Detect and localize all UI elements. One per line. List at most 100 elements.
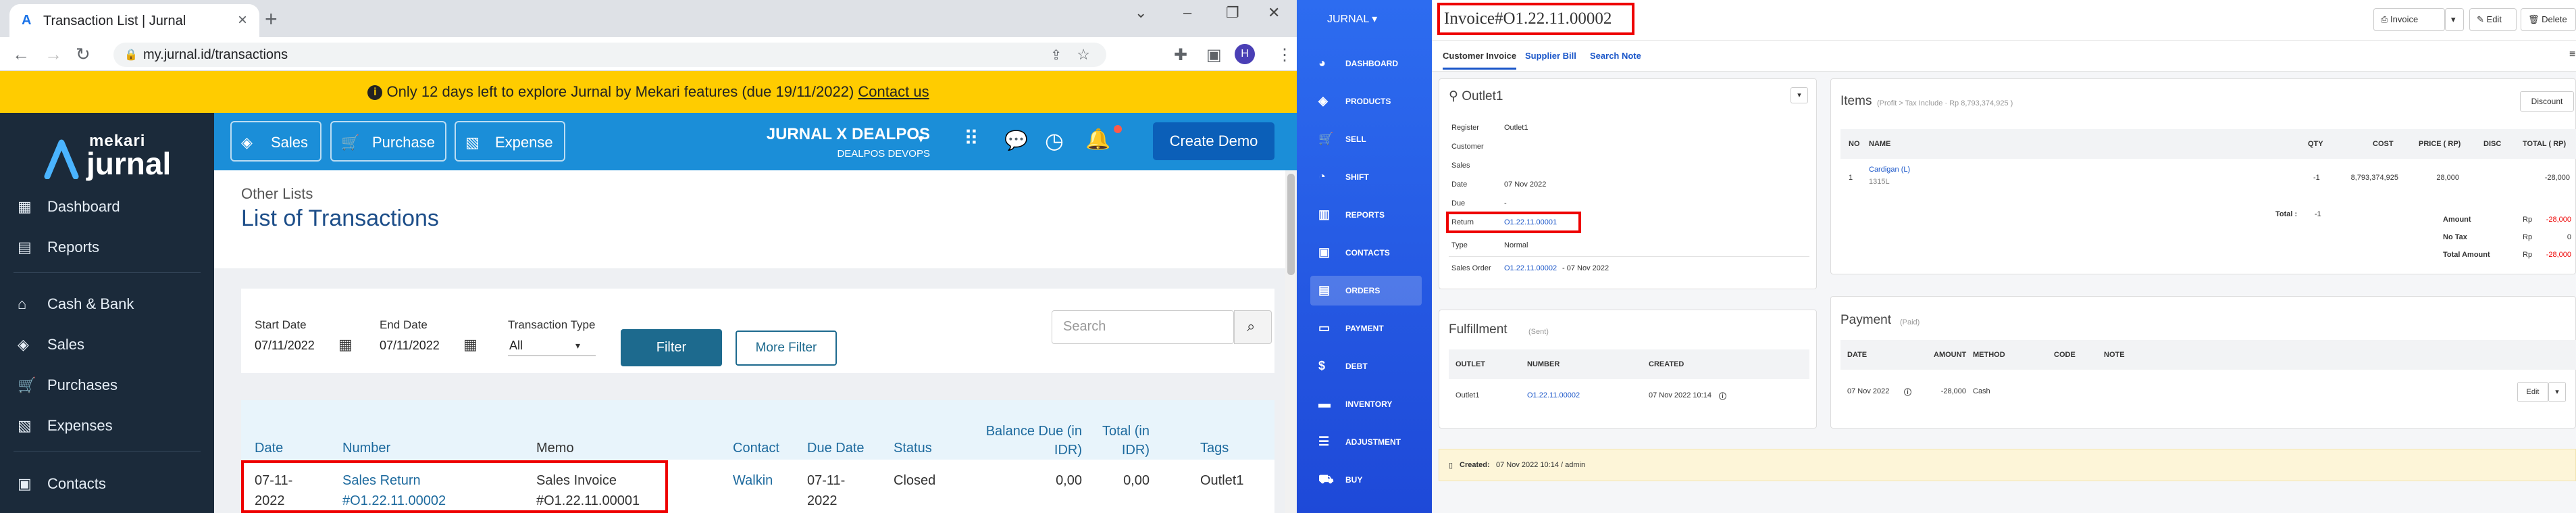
more-filter-button[interactable]: More Filter xyxy=(736,331,837,366)
col-total[interactable]: Total (in IDR) xyxy=(1089,422,1150,460)
col-balance-due[interactable]: Balance Due (in IDR) xyxy=(960,422,1082,460)
purchase-button[interactable]: 🛒 Purchase xyxy=(330,121,446,162)
nav-label: BUY xyxy=(1345,475,1363,485)
apps-grid-icon[interactable]: ⠿ xyxy=(964,129,979,149)
side-panel-icon[interactable]: ▣ xyxy=(1206,45,1222,65)
info-icon[interactable]: ⓘ xyxy=(1904,387,1911,397)
sales-button[interactable]: ◈ Sales xyxy=(230,121,321,162)
omnibox[interactable]: 🔒 my.jurnal.id/transactions ⇪ ☆ xyxy=(113,43,1106,67)
invoice-dropdown-button[interactable]: ▾ xyxy=(2445,8,2464,31)
col-date[interactable]: Date xyxy=(255,441,283,456)
nav-payment[interactable]: ▭ PAYMENT xyxy=(1310,314,1422,343)
new-tab-icon[interactable]: + xyxy=(265,7,278,32)
forward-icon[interactable]: → xyxy=(45,44,62,65)
extensions-icon[interactable]: ✚ xyxy=(1174,45,1187,65)
money-icon: ▭ xyxy=(1318,321,1331,335)
print-invoice-button[interactable]: ⎙ Invoice xyxy=(2373,8,2445,31)
nav-debt[interactable]: $ DEBT xyxy=(1310,351,1422,381)
scrollbar[interactable] xyxy=(1285,170,1297,513)
item-qty: -1 xyxy=(2313,174,2320,182)
dashboard-icon: ▦ xyxy=(18,198,32,215)
col-number[interactable]: Number xyxy=(342,441,390,456)
nav-contacts[interactable]: ▣ CONTACTS xyxy=(1310,238,1422,268)
sidebar-item-dashboard[interactable]: ▦ Dashboard xyxy=(18,198,200,225)
sidebar-item-expenses[interactable]: ▧ Expenses xyxy=(18,417,200,444)
bar-chart-icon: ▥ xyxy=(1318,207,1331,221)
fulfillment-number-link[interactable]: O1.22.11.00002 xyxy=(1527,391,1580,399)
nav-products[interactable]: ◈ PRODUCTS xyxy=(1310,87,1422,116)
nav-dashboard[interactable]: ◕ DASHBOARD xyxy=(1310,49,1422,78)
company-switcher[interactable]: JURNAL X DEALPOS DEALPOS DEVOPS xyxy=(754,125,930,166)
dollar-icon: $ xyxy=(1318,359,1326,372)
search-button[interactable]: ⌕ xyxy=(1234,310,1272,344)
scrollbar-thumb[interactable] xyxy=(1287,174,1295,275)
minimize-icon[interactable]: – xyxy=(1183,4,1191,22)
sidebar-item-reports[interactable]: ▤ Reports xyxy=(18,239,200,266)
total-amount-value: -28,000 xyxy=(2546,251,2571,259)
brand-switcher[interactable]: JURNAL ▾ xyxy=(1327,12,1377,26)
item-name-link[interactable]: Cardigan (L) xyxy=(1869,166,1910,174)
profile-avatar[interactable]: H xyxy=(1235,44,1255,64)
tab-customer-invoice[interactable]: Customer Invoice xyxy=(1443,51,1517,70)
nav-adjustment[interactable]: ☰ ADJUSTMENT xyxy=(1310,427,1422,457)
chat-icon[interactable]: 💬 xyxy=(1004,129,1028,151)
create-demo-button[interactable]: Create Demo xyxy=(1153,122,1274,160)
sidebar-item-sales[interactable]: ◈ Sales xyxy=(18,336,200,363)
dealpos-sidebar: JURNAL ▾ ◕ DASHBOARD ◈ PRODUCTS 🛒 SELL ◔ SHI… xyxy=(1297,0,1432,513)
restore-icon[interactable]: ❐ xyxy=(1226,4,1239,22)
contact-us-link[interactable]: Contact us xyxy=(858,83,929,100)
reload-icon[interactable]: ↻ xyxy=(76,44,91,65)
delete-button[interactable]: 🗑 Delete xyxy=(2521,8,2576,31)
sidebar-item-contacts[interactable]: ▣ Contacts xyxy=(18,475,200,502)
back-icon[interactable]: ← xyxy=(12,44,30,65)
amount-currency: Rp xyxy=(2523,216,2533,224)
nav-reports[interactable]: ▥ REPORTS xyxy=(1310,200,1422,230)
col-method: METHOD xyxy=(1973,351,2005,359)
chrome-menu-icon[interactable]: ⋮ xyxy=(1277,45,1293,65)
col-due-date[interactable]: Due Date xyxy=(807,441,865,456)
calendar-icon[interactable]: ▦ xyxy=(338,336,353,353)
search-input[interactable]: Search xyxy=(1052,310,1234,344)
browser-tab[interactable]: A Transaction List | Jurnal × xyxy=(9,4,259,37)
caret-down-icon[interactable]: ▾ xyxy=(918,132,924,146)
bookmark-star-icon[interactable]: ☆ xyxy=(1077,46,1090,64)
edit-button[interactable]: ✎ Edit xyxy=(2469,8,2517,31)
end-date-input[interactable]: 07/11/2022 ▦ xyxy=(380,336,481,356)
total-amount-label: Total Amount xyxy=(2443,251,2490,259)
nav-orders[interactable]: ▤ ORDERS xyxy=(1310,276,1422,306)
breadcrumb[interactable]: Other Lists xyxy=(241,185,313,203)
menu-icon[interactable]: ≡ xyxy=(2569,49,2575,61)
col-contact[interactable]: Contact xyxy=(733,441,779,456)
register-value: Outlet1 xyxy=(1504,124,1528,132)
nav-sell[interactable]: 🛒 SELL xyxy=(1310,124,1422,154)
close-tab-icon[interactable]: × xyxy=(238,11,247,30)
transaction-type-select[interactable]: All ▾ xyxy=(508,336,596,356)
expense-button[interactable]: ▧ Expense xyxy=(455,121,565,162)
tab-search-icon[interactable]: ⌄ xyxy=(1135,4,1147,22)
nav-inventory[interactable]: ▬ INVENTORY xyxy=(1310,389,1422,419)
sales-order-link[interactable]: O1.22.11.00002 xyxy=(1504,264,1557,272)
payment-dropdown-button[interactable]: ▾ xyxy=(2548,382,2566,402)
outlet-dropdown-button[interactable]: ▾ xyxy=(1791,87,1808,103)
sidebar-divider xyxy=(14,272,201,273)
history-icon[interactable]: ◷ xyxy=(1045,128,1064,153)
tab-search-note[interactable]: Search Note xyxy=(1590,51,1641,61)
fulfillment-outlet: Outlet1 xyxy=(1456,391,1480,399)
discount-button[interactable]: Discount xyxy=(2520,91,2574,112)
filter-button[interactable]: Filter xyxy=(621,329,722,366)
row-contact-link[interactable]: Walkin xyxy=(733,470,773,491)
share-icon[interactable]: ⇪ xyxy=(1050,47,1062,64)
sidebar-item-purchases[interactable]: 🛒 Purchases xyxy=(18,376,200,404)
nav-buy[interactable]: ⛟ BUY xyxy=(1310,465,1422,495)
nav-shift[interactable]: ◔ SHIFT xyxy=(1310,162,1422,192)
bell-icon[interactable]: 🔔 xyxy=(1085,128,1110,151)
close-window-icon[interactable]: ✕ xyxy=(1268,4,1280,22)
sidebar-item-cash-bank[interactable]: ⌂ Cash & Bank xyxy=(18,295,200,322)
start-date-input[interactable]: 07/11/2022 ▦ xyxy=(255,336,356,356)
payment-edit-button[interactable]: Edit xyxy=(2517,382,2548,402)
info-icon[interactable]: ⓘ xyxy=(1719,391,1726,401)
tab-supplier-bill[interactable]: Supplier Bill xyxy=(1525,51,1576,61)
calendar-icon[interactable]: ▦ xyxy=(463,336,478,353)
col-status[interactable]: Status xyxy=(894,441,932,456)
col-no: NO xyxy=(1849,140,1860,148)
